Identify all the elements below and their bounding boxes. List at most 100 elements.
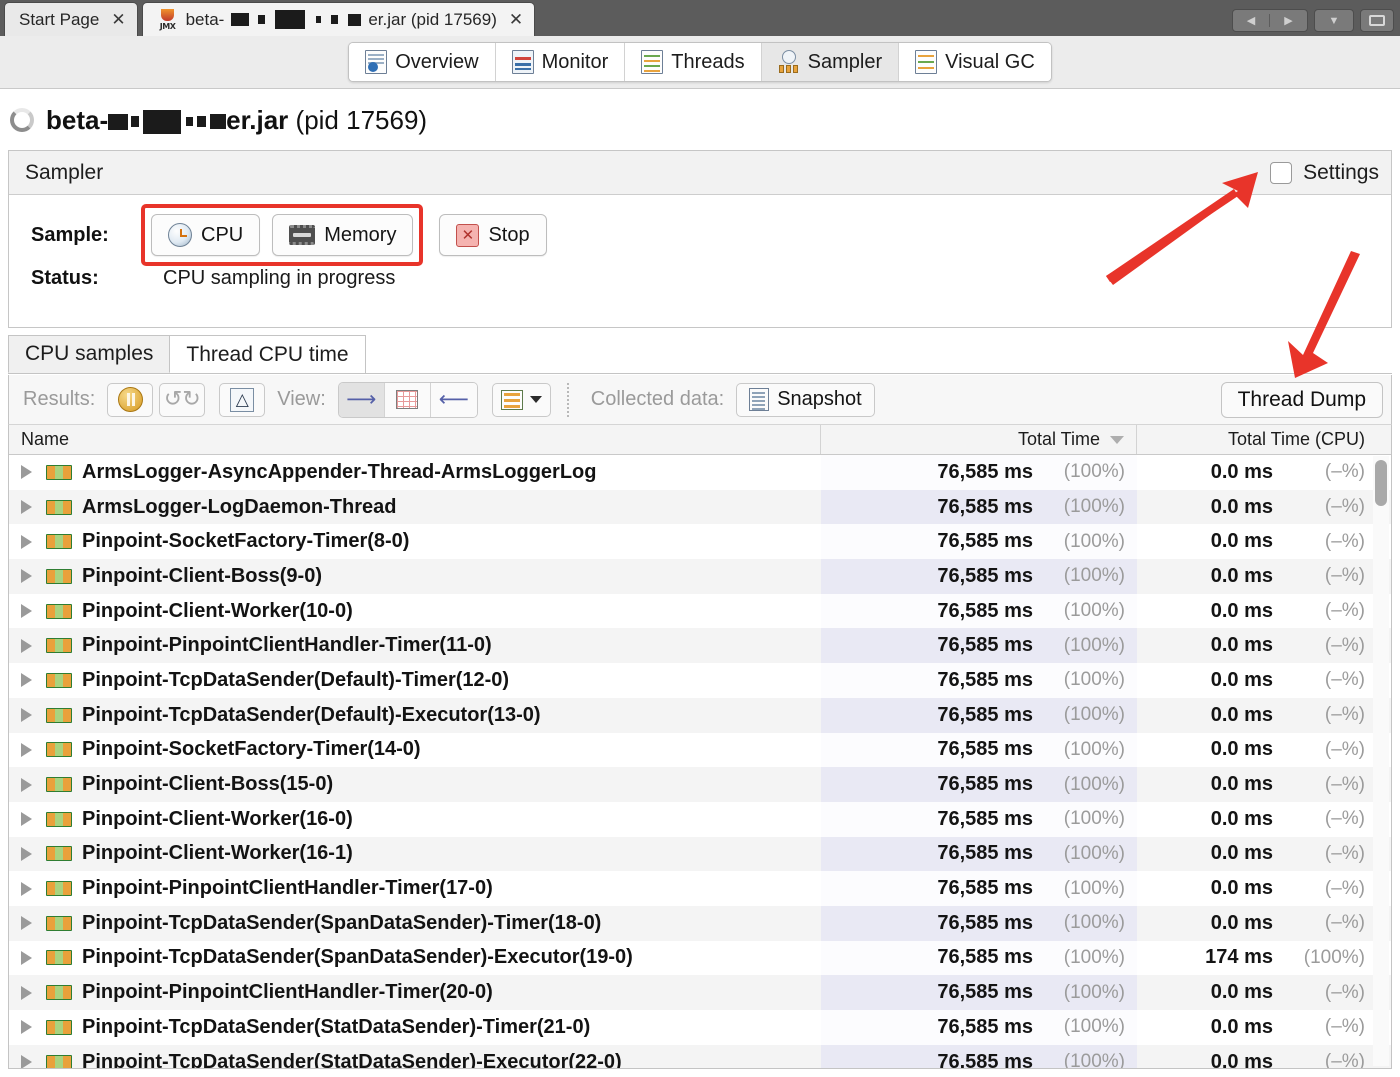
nav-arrows[interactable]: ◀ ▶ [1232,9,1308,32]
thread-name: Pinpoint-Client-Boss(15-0) [82,773,334,796]
table-row[interactable]: Pinpoint-PinpointClientHandler-Timer(20-… [9,975,1391,1010]
tab-monitor[interactable]: Monitor [495,43,626,81]
cpu-time-percent: (–%) [1324,912,1365,934]
refresh-results-button[interactable]: ↺↻ [159,382,206,417]
tab-sampler[interactable]: Sampler [761,43,900,81]
column-header-total-time[interactable]: Total Time [821,425,1137,454]
settings-toggle[interactable]: Settings [1270,161,1379,185]
view-hotspots-button[interactable] [384,382,431,417]
table-row[interactable]: Pinpoint-TcpDataSender(Default)-Timer(12… [9,663,1391,698]
table-row[interactable]: Pinpoint-Client-Worker(16-0) 76,585 ms (10… [9,801,1391,837]
status-label: Status: [31,266,99,289]
thread-name: Pinpoint-TcpDataSender(SpanDataSender)-T… [82,911,602,934]
pause-results-button[interactable] [107,382,154,417]
cpu-time-value: 0.0 ms [1210,668,1273,691]
memory-sample-button[interactable]: Memory [272,214,414,256]
table-row[interactable]: Pinpoint-TcpDataSender(SpanDataSender)-E… [9,940,1391,976]
cell-total-time-cpu: 0.0 ms (–%) [1137,663,1377,698]
stop-button-wrap: ✕ Stop [439,214,547,256]
cell-name: Pinpoint-Client-Worker(10-0) [9,594,821,629]
delta-results-button[interactable]: △ [219,382,266,417]
expand-triangle-icon[interactable] [21,708,32,723]
cell-total-time: 76,585 ms (100%) [821,455,1137,490]
table-row[interactable]: Pinpoint-SocketFactory-Timer(14-0) 76,585… [9,732,1391,768]
cell-total-time-cpu: 0.0 ms (–%) [1137,455,1377,490]
cell-total-time-cpu: 174 ms (100%) [1137,941,1377,976]
tab-cpu-samples[interactable]: CPU samples [8,335,171,373]
cell-total-time-cpu: 0.0 ms (–%) [1137,906,1377,941]
cell-total-time-cpu: 0.0 ms (–%) [1137,628,1377,663]
table-row[interactable]: Pinpoint-TcpDataSender(StatDataSender)-E… [9,1044,1391,1068]
tab-thread-cpu-time[interactable]: Thread CPU time [170,335,366,373]
window-tab-jar-process[interactable]: JMX beta-er.jar (pid 17569) ✕ [141,2,536,36]
tab-list-dropdown-icon[interactable]: ▼ [1314,9,1354,32]
redacted-block [275,10,306,29]
expand-triangle-icon[interactable] [21,846,32,861]
close-icon[interactable]: ✕ [111,11,125,28]
back-arrow-icon[interactable]: ◀ [1233,14,1271,27]
expand-triangle-icon[interactable] [21,673,32,688]
thread-dump-button[interactable]: Thread Dump [1220,381,1383,418]
cpu-time-value: 0.0 ms [1210,981,1273,1004]
expand-triangle-icon[interactable] [21,1020,32,1035]
tab-visual-gc[interactable]: Visual GC [899,43,1051,81]
snapshot-button[interactable]: Snapshot [736,382,875,417]
view-reverse-calls-button[interactable]: ⟵ [430,382,477,417]
cell-name: Pinpoint-TcpDataSender(StatDataSender)-E… [9,1045,821,1068]
stop-button[interactable]: ✕ Stop [439,214,547,256]
tab-threads[interactable]: Threads [625,43,762,81]
expand-triangle-icon[interactable] [21,985,32,1000]
table-row[interactable]: Pinpoint-Client-Boss(9-0) 76,585 ms (100%)… [9,559,1391,594]
view-forward-calls-button[interactable]: ⟶ [338,382,385,417]
redacted-block [331,15,339,24]
column-options-dropdown[interactable] [491,382,551,417]
cpu-time-percent: (–%) [1324,738,1365,760]
table-row[interactable]: Pinpoint-Client-Worker(10-0) 76,585 ms (10… [9,593,1391,629]
column-header-total-time-cpu[interactable]: Total Time (CPU) [1137,425,1377,454]
expand-triangle-icon[interactable] [21,604,32,619]
cpu-button-label: CPU [201,223,244,246]
table-row[interactable]: Pinpoint-SocketFactory-Timer(8-0) 76,585 … [9,524,1391,560]
table-row[interactable]: Pinpoint-PinpointClientHandler-Timer(17-… [9,871,1391,906]
table-row[interactable]: Pinpoint-Client-Worker(16-1) 76,585 ms (10… [9,836,1391,872]
vertical-scrollbar[interactable] [1373,456,1389,1066]
table-row[interactable]: Pinpoint-TcpDataSender(StatDataSender)-T… [9,1010,1391,1045]
expand-triangle-icon[interactable] [21,500,32,515]
expand-triangle-icon[interactable] [21,569,32,584]
table-row[interactable]: Pinpoint-PinpointClientHandler-Timer(11-… [9,628,1391,664]
total-time-percent: (100%) [1063,808,1125,830]
expand-triangle-icon[interactable] [21,465,32,480]
cpu-time-percent: (–%) [1324,877,1365,899]
settings-checkbox[interactable] [1270,161,1293,184]
expand-triangle-icon[interactable] [21,881,32,896]
close-icon[interactable]: ✕ [509,11,523,28]
cell-total-time: 76,585 ms (100%) [821,1044,1137,1068]
cpu-time-percent: (–%) [1324,565,1365,587]
window-tab-start-page[interactable]: Start Page ✕ [4,2,138,36]
cpu-time-value: 174 ms [1205,946,1273,969]
sort-descending-icon [1110,435,1124,444]
expand-triangle-icon[interactable] [21,742,32,757]
column-header-name[interactable]: Name [9,425,821,454]
table-row[interactable]: Pinpoint-TcpDataSender(Default)-Executor… [9,697,1391,733]
scrollbar-thumb[interactable] [1375,460,1387,506]
maximize-icon[interactable] [1360,9,1394,32]
cpu-sample-button[interactable]: CPU [151,214,261,256]
tab-overview[interactable]: Overview [349,43,496,81]
thread-name: ArmsLogger-LogDaemon-Thread [82,495,397,518]
table-row[interactable]: Pinpoint-TcpDataSender(SpanDataSender)-T… [9,905,1391,941]
collected-data-label: Collected data: [590,388,725,410]
expand-triangle-icon[interactable] [21,950,32,965]
expand-triangle-icon[interactable] [21,916,32,931]
total-time-value: 76,585 ms [937,599,1033,622]
expand-triangle-icon[interactable] [21,1055,32,1068]
table-row[interactable]: Pinpoint-Client-Boss(15-0) 76,585 ms (100%… [9,767,1391,802]
expand-triangle-icon[interactable] [21,777,32,792]
table-row[interactable]: ArmsLogger-LogDaemon-Thread 76,585 ms (100… [9,489,1391,525]
expand-triangle-icon[interactable] [21,812,32,827]
forward-arrow-icon[interactable]: ▶ [1270,14,1307,27]
table-row[interactable]: ArmsLogger-AsyncAppender-Thread-ArmsLogg… [9,455,1391,490]
expand-triangle-icon[interactable] [21,638,32,653]
expand-triangle-icon[interactable] [21,534,32,549]
redacted-block [316,16,322,23]
